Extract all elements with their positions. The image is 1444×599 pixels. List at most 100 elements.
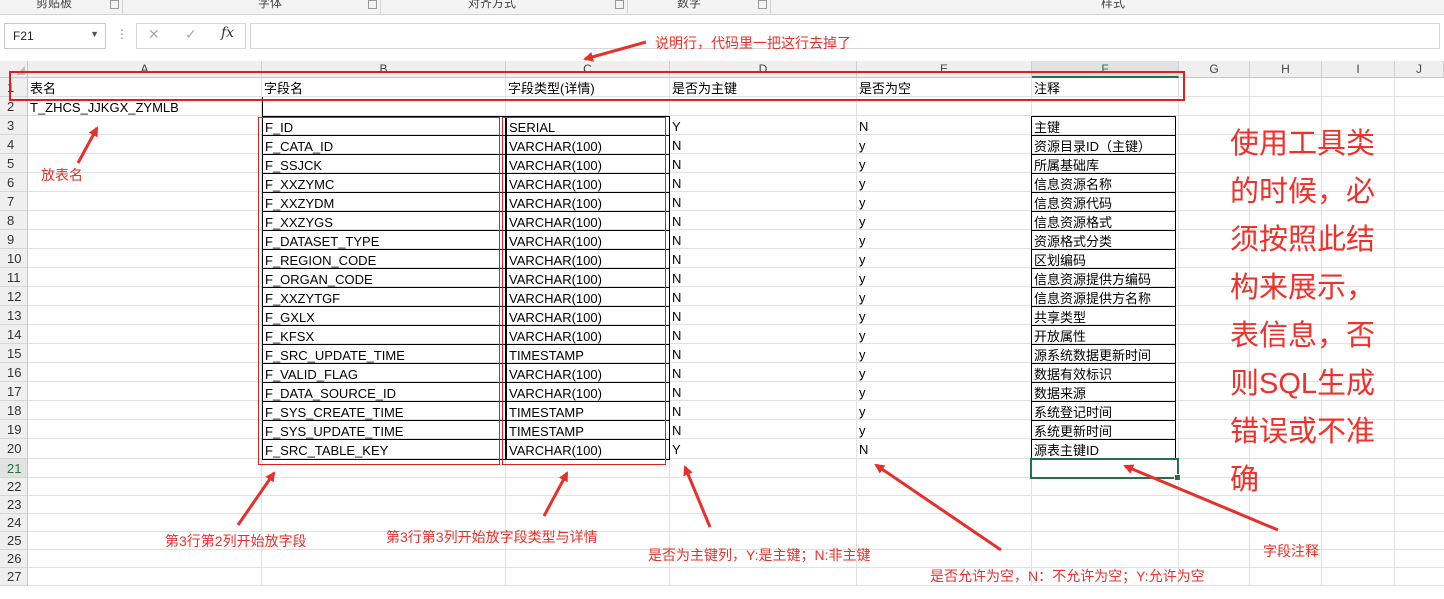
field-comment-cell[interactable]: 源表主键ID	[1031, 439, 1176, 460]
field-nullable-cell[interactable]: y	[857, 249, 1032, 268]
field-comment-cell[interactable]: 系统登记时间	[1031, 401, 1176, 421]
fill-handle[interactable]	[1174, 474, 1181, 481]
field-comment-cell[interactable]: 所属基础库	[1031, 154, 1176, 174]
field-pk-cell[interactable]: N	[670, 401, 857, 420]
row-header[interactable]: 23	[0, 496, 28, 514]
field-nullable-cell[interactable]: y	[857, 268, 1032, 287]
field-nullable-cell[interactable]: y	[857, 287, 1032, 306]
row-header[interactable]: 20	[0, 439, 28, 459]
field-comment-cell[interactable]: 资源格式分类	[1031, 230, 1176, 250]
ribbon-group-label: 剪贴板	[36, 0, 73, 10]
field-pk-cell[interactable]: N	[670, 420, 857, 439]
row-header[interactable]: 24	[0, 514, 28, 532]
field-pk-cell[interactable]: N	[670, 154, 857, 173]
row-header[interactable]: 7	[0, 192, 28, 211]
field-pk-cell[interactable]: N	[670, 363, 857, 382]
dialog-launcher-icon[interactable]	[110, 0, 119, 9]
column-header-i[interactable]: I	[1322, 61, 1395, 78]
field-nullable-cell[interactable]: y	[857, 344, 1032, 363]
row-header[interactable]: 3	[0, 116, 28, 135]
chevron-down-icon[interactable]: ▼	[90, 29, 99, 39]
field-comment-cell[interactable]: 信息资源提供方名称	[1031, 287, 1176, 307]
field-nullable-cell[interactable]: y	[857, 382, 1032, 401]
field-nullable-cell[interactable]: y	[857, 325, 1032, 344]
ribbon-separator	[627, 0, 628, 14]
field-comment-cell[interactable]: 信息资源格式	[1031, 211, 1176, 231]
field-comment-cell[interactable]: 主键	[1031, 116, 1176, 136]
field-nullable-cell[interactable]: y	[857, 154, 1032, 173]
row-header[interactable]: 6	[0, 173, 28, 192]
row-header[interactable]: 16	[0, 363, 28, 382]
row-header[interactable]: 21	[0, 459, 28, 478]
field-pk-cell[interactable]: N	[670, 211, 857, 230]
field-pk-cell[interactable]: N	[670, 287, 857, 306]
field-pk-cell[interactable]: N	[670, 192, 857, 211]
row-header[interactable]: 13	[0, 306, 28, 325]
field-comment-cell[interactable]: 共享类型	[1031, 306, 1176, 326]
field-pk-cell[interactable]: N	[670, 306, 857, 325]
field-comment-cell[interactable]: 信息资源名称	[1031, 173, 1176, 193]
field-nullable-cell[interactable]: y	[857, 192, 1032, 211]
field-pk-cell[interactable]: N	[670, 249, 857, 268]
field-nullable-cell[interactable]: y	[857, 420, 1032, 439]
dialog-launcher-icon[interactable]	[615, 0, 624, 9]
field-pk-cell[interactable]: N	[670, 173, 857, 192]
row-header[interactable]: 25	[0, 532, 28, 550]
field-pk-cell[interactable]: N	[670, 135, 857, 154]
field-pk-cell[interactable]: Y	[670, 116, 857, 135]
row-header[interactable]: 14	[0, 325, 28, 344]
row-header[interactable]: 9	[0, 230, 28, 249]
field-pk-cell[interactable]: N	[670, 268, 857, 287]
field-pk-cell[interactable]: Y	[670, 439, 857, 459]
field-comment-cell[interactable]: 资源目录ID（主键）	[1031, 135, 1176, 155]
field-nullable-cell[interactable]: N	[857, 439, 1032, 459]
field-pk-cell[interactable]: N	[670, 325, 857, 344]
field-nullable-cell[interactable]: y	[857, 306, 1032, 325]
field-comment-cell[interactable]: 信息资源提供方编码	[1031, 268, 1176, 288]
field-comment-cell[interactable]: 数据有效标识	[1031, 363, 1176, 383]
field-nullable-cell[interactable]: y	[857, 211, 1032, 230]
row-header[interactable]: 26	[0, 550, 28, 568]
dialog-launcher-icon[interactable]	[758, 0, 767, 9]
row-header[interactable]: 8	[0, 211, 28, 230]
field-pk-cell[interactable]: N	[670, 230, 857, 249]
row-header[interactable]: 12	[0, 287, 28, 306]
field-nullable-cell[interactable]: y	[857, 230, 1032, 249]
dialog-launcher-icon[interactable]	[368, 0, 377, 9]
field-nullable-cell[interactable]: y	[857, 363, 1032, 382]
name-box-value: F21	[13, 29, 34, 43]
field-comment-cell[interactable]: 开放属性	[1031, 325, 1176, 345]
row-header[interactable]: 27	[0, 568, 28, 586]
row-header[interactable]: 4	[0, 135, 28, 154]
field-nullable-cell[interactable]: y	[857, 135, 1032, 154]
null-note: 是否允许为空，N：不允许为空；Y:允许为空	[930, 568, 1205, 584]
column-header-j[interactable]: J	[1395, 61, 1444, 78]
row-header[interactable]: 22	[0, 478, 28, 496]
row-header[interactable]: 10	[0, 249, 28, 268]
enter-icon[interactable]: ✓	[185, 26, 197, 43]
field-comment-cell[interactable]: 区划编码	[1031, 249, 1176, 269]
row-header[interactable]: 15	[0, 344, 28, 363]
field-comment-cell[interactable]: 信息资源代码	[1031, 192, 1176, 212]
cancel-icon[interactable]: ✕	[148, 26, 160, 43]
insert-function-icon[interactable]: fx	[221, 25, 234, 41]
row-header[interactable]: 18	[0, 401, 28, 420]
field-comment-cell[interactable]: 源系统数据更新时间	[1031, 344, 1176, 364]
row-header[interactable]: 11	[0, 268, 28, 287]
row-header[interactable]: 5	[0, 154, 28, 173]
field-comment-cell[interactable]: 系统更新时间	[1031, 420, 1176, 440]
column-header-h[interactable]: H	[1250, 61, 1322, 78]
row-header[interactable]: 19	[0, 420, 28, 439]
column-header-g[interactable]: G	[1179, 61, 1250, 78]
name-box[interactable]: F21 ▼	[4, 23, 106, 49]
field-nullable-cell[interactable]: y	[857, 173, 1032, 192]
field-pk-cell[interactable]: N	[670, 344, 857, 363]
field-nullable-cell[interactable]: y	[857, 401, 1032, 420]
ribbon-group-labels: 剪贴板 字体 对齐方式 数字 样式	[0, 0, 1444, 15]
arrow-pk	[683, 465, 712, 528]
field-pk-cell[interactable]: N	[670, 382, 857, 401]
field-comment-cell[interactable]: 数据来源	[1031, 382, 1176, 402]
active-cell-f21[interactable]	[1030, 458, 1181, 481]
field-nullable-cell[interactable]: N	[857, 116, 1032, 135]
row-header[interactable]: 17	[0, 382, 28, 401]
